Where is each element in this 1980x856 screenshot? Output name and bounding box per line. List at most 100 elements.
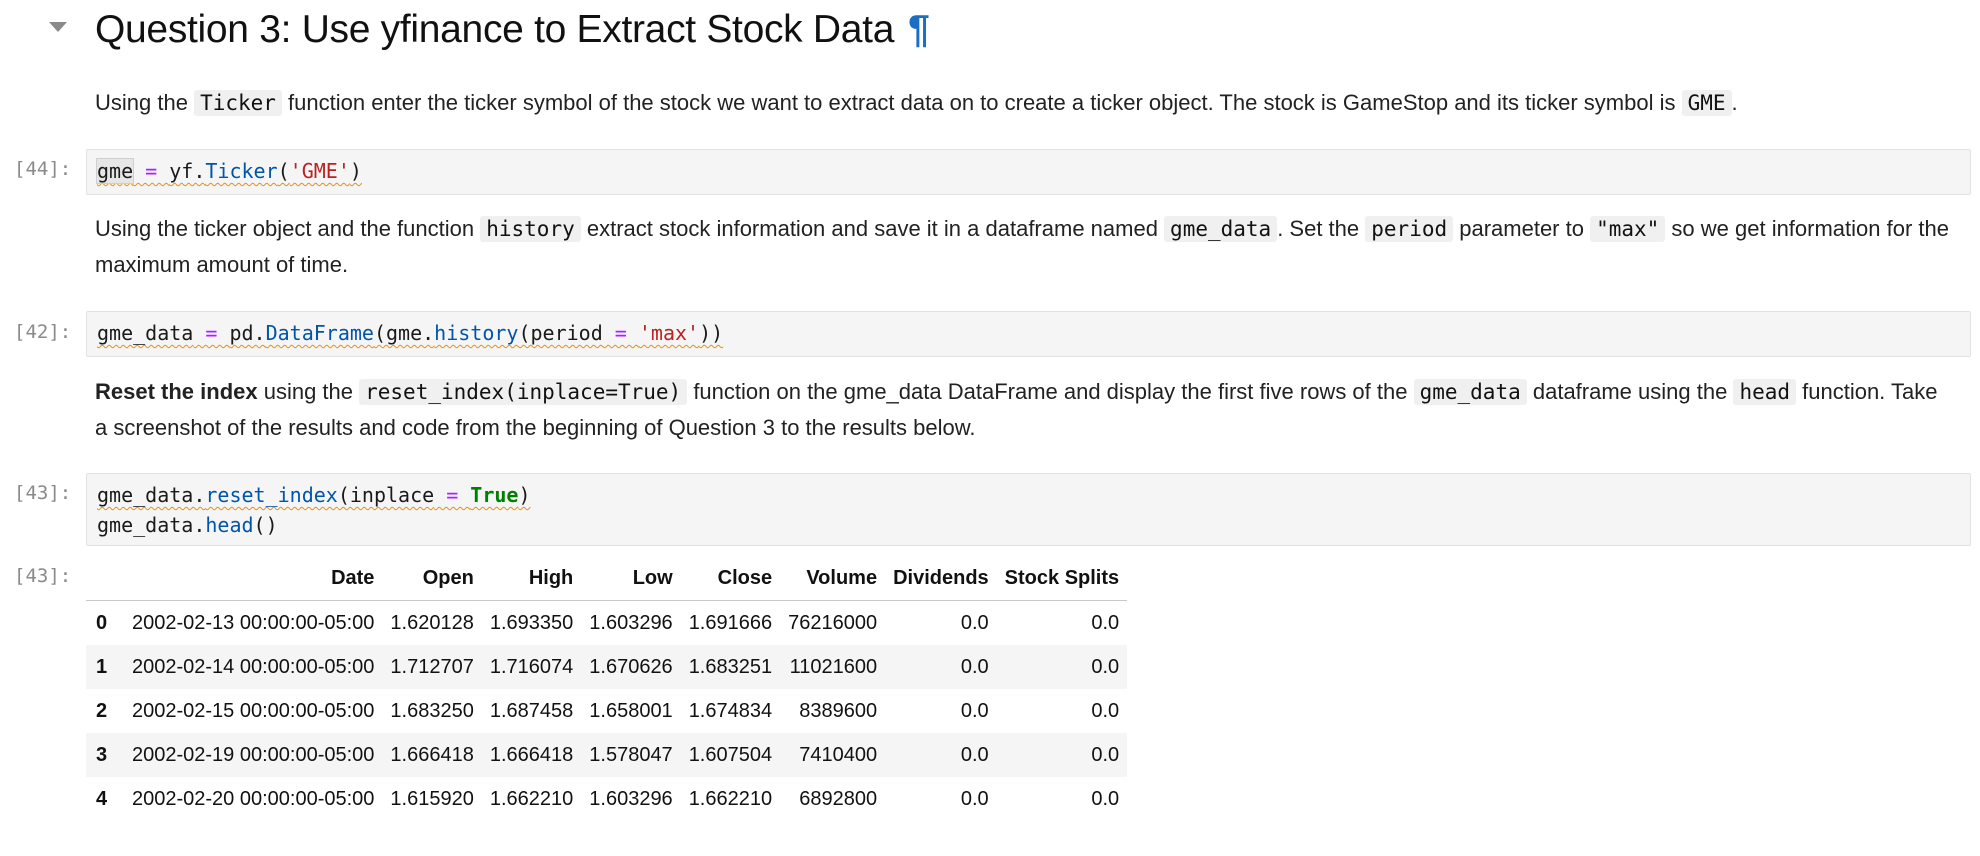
- dataframe-output-table: Date Open High Low Close Volume Dividend…: [86, 556, 1128, 821]
- code-token: )): [699, 321, 724, 345]
- table-cell: 1.666418: [489, 743, 574, 766]
- table-cell: 1.662210: [688, 787, 773, 810]
- text: . Set the: [1277, 216, 1366, 241]
- table-cell: 0.0: [1091, 743, 1120, 766]
- input-prompt: [44]:: [14, 158, 72, 180]
- code-cell-43[interactable]: gme_data.reset_index(inplace = True) gme…: [86, 473, 1971, 546]
- column-header: Dividends: [885, 556, 997, 601]
- code-token: gme_data: [97, 321, 194, 345]
- table-cell: 1.674834: [688, 699, 773, 722]
- code-token: Ticker: [205, 159, 278, 183]
- inline-code: gme_data: [1413, 379, 1527, 405]
- output-prompt: [43]:: [14, 565, 72, 587]
- table-cell: 0.0: [1091, 787, 1120, 810]
- table-cell: 11021600: [789, 655, 878, 678]
- inline-code: history: [480, 216, 581, 242]
- column-header: Open: [382, 556, 482, 601]
- input-prompt: [43]:: [14, 482, 72, 504]
- table-cell: 2002-02-19 00:00:00-05:00: [132, 743, 375, 766]
- inline-code: GME: [1681, 90, 1732, 116]
- text: dataframe using the: [1526, 379, 1734, 404]
- table-header-row: Date Open High Low Close Volume Dividend…: [86, 556, 1128, 601]
- column-header: Low: [581, 556, 681, 601]
- table-cell: 0.0: [1091, 655, 1120, 678]
- code-token: 'GME': [289, 159, 350, 183]
- table-cell: 1.693350: [489, 611, 574, 634]
- table-cell: 0.0: [1091, 699, 1120, 722]
- inline-code: Ticker: [194, 90, 282, 116]
- table-cell: 0.0: [960, 787, 989, 810]
- column-header: High: [481, 556, 582, 601]
- code-token: gme_data.: [97, 513, 206, 537]
- input-prompt: [42]:: [14, 321, 72, 343]
- code-token: =: [133, 159, 170, 183]
- code-token: (): [253, 513, 278, 537]
- table-cell: 6892800: [799, 787, 878, 810]
- table-cell: 0.0: [960, 611, 989, 634]
- table-cell: 2002-02-14 00:00:00-05:00: [132, 655, 375, 678]
- table-row: 3 2002-02-19 00:00:00-05:00 1.666418 1.6…: [86, 733, 1128, 777]
- bold-text: Reset the index: [95, 379, 258, 404]
- table-cell: 1.687458: [489, 699, 574, 722]
- text: .: [1731, 90, 1738, 115]
- table-cell: 1.683251: [688, 655, 773, 678]
- column-header: Close: [680, 556, 781, 601]
- table-cell: 2002-02-15 00:00:00-05:00: [132, 699, 375, 722]
- table-cell: 1.712707: [390, 655, 474, 678]
- table-cell: 1.603296: [589, 787, 673, 810]
- table-cell: 8389600: [799, 699, 878, 722]
- table-cell: 1.578047: [589, 743, 673, 766]
- table-cell: 1.691666: [688, 611, 773, 634]
- text: extract stock information and save it in…: [580, 216, 1165, 241]
- code-line: gme_data = pd.DataFrame(gme.history(peri…: [97, 321, 723, 345]
- collapse-toggle-icon[interactable]: [49, 22, 67, 32]
- text: Using the ticker object and the function: [95, 216, 481, 241]
- table-cell: 1.607504: [688, 743, 773, 766]
- table-cell: 1.620128: [390, 611, 474, 634]
- row-index: 0: [96, 611, 108, 634]
- row-index: 1: [96, 655, 108, 678]
- column-header: Stock Splits: [996, 556, 1128, 601]
- table-cell: 0.0: [960, 655, 989, 678]
- table-row: 1 2002-02-14 00:00:00-05:00 1.712707 1.7…: [86, 645, 1128, 689]
- table-cell: 1.683250: [390, 699, 474, 722]
- column-header: Date: [124, 556, 383, 601]
- row-index: 4: [96, 787, 108, 810]
- text: parameter to: [1453, 216, 1591, 241]
- section-heading: Question 3: Use yfinance to Extract Stoc…: [95, 8, 930, 52]
- code-token: yf.: [169, 159, 206, 183]
- anchor-link-icon[interactable]: ¶: [908, 8, 930, 51]
- table-row: 2 2002-02-15 00:00:00-05:00 1.683250 1.6…: [86, 689, 1128, 733]
- row-index: 2: [96, 699, 108, 722]
- table-cell: 1.662210: [489, 787, 574, 810]
- table-cell: 1.603296: [589, 611, 673, 634]
- table-cell: 0.0: [960, 743, 989, 766]
- code-line: gme = yf.Ticker('GME'): [95, 158, 362, 184]
- code-cell-42[interactable]: gme_data = pd.DataFrame(gme.history(peri…: [86, 311, 1971, 357]
- code-token: =: [602, 321, 639, 345]
- code-line: gme_data.head(): [97, 513, 278, 537]
- inline-code: gme_data: [1164, 216, 1278, 242]
- text: using the: [257, 379, 360, 404]
- code-token: (inplace: [337, 483, 435, 507]
- inline-code: period: [1365, 216, 1454, 242]
- heading-title: Question 3: Use yfinance to Extract Stoc…: [95, 8, 895, 51]
- table-row: 4 2002-02-20 00:00:00-05:00 1.615920 1.6…: [86, 777, 1128, 821]
- table-row: 0 2002-02-13 00:00:00-05:00 1.620128 1.6…: [86, 600, 1128, 645]
- code-token: pd.: [229, 321, 266, 345]
- markdown-cell-intro: Using the Ticker function enter the tick…: [95, 85, 1955, 121]
- column-header: Volume: [780, 556, 886, 601]
- code-token: history: [434, 321, 519, 345]
- row-index: 3: [96, 743, 108, 766]
- code-token: (gme.: [373, 321, 435, 345]
- code-token: gme_data.: [97, 483, 206, 507]
- text: Using the: [95, 90, 195, 115]
- code-token: head: [205, 513, 254, 537]
- inline-code: reset_index(inplace=True): [359, 379, 688, 405]
- table-cell: 76216000: [788, 611, 878, 634]
- table-cell: 2002-02-20 00:00:00-05:00: [132, 787, 375, 810]
- table-cell: 1.670626: [589, 655, 673, 678]
- code-token: gme: [95, 158, 135, 184]
- text: function enter the ticker symbol of the …: [281, 90, 1682, 115]
- code-cell-44[interactable]: gme = yf.Ticker('GME'): [86, 149, 1971, 195]
